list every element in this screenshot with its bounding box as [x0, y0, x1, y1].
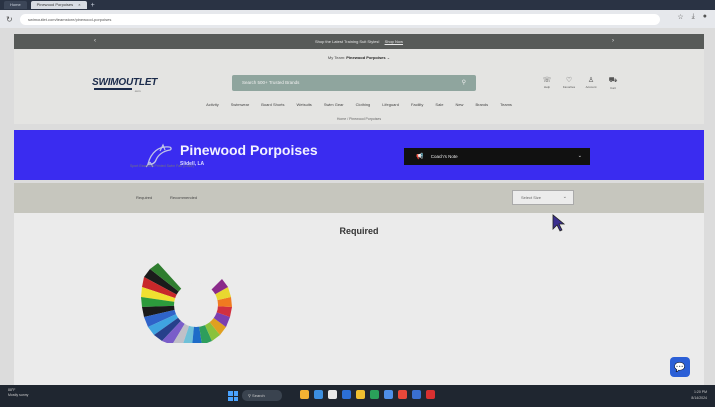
favorites-label: Favorites: [562, 85, 576, 89]
weather-desc: Mostly sunny: [8, 393, 29, 397]
promo-bar: ‹ Shop the Latest Training Suit Styles! …: [14, 34, 704, 49]
site-header: My Team: Pinewood Porpoises ⌄ SWIMOUTLET…: [14, 49, 704, 124]
address-bar: ↻ swimoutlet.com/teamstore/pinewood-porp…: [0, 10, 715, 28]
taskbar-app-icon[interactable]: [426, 390, 435, 399]
taskbar-app-icon[interactable]: [314, 390, 323, 399]
help-button[interactable]: ☏ Help: [536, 76, 558, 89]
browser-tab-team[interactable]: Pinewood Porpoises ×: [30, 1, 87, 9]
tab-required[interactable]: Required: [136, 195, 152, 200]
chevron-right-icon[interactable]: ›: [612, 34, 614, 49]
reload-icon[interactable]: ↻: [6, 15, 16, 24]
category-nav: Activity Swimwear Board Shorts Wetsuits Swim…: [14, 102, 704, 107]
nav-item-lifeguard[interactable]: Lifeguard: [382, 102, 399, 107]
favorites-button[interactable]: ♡ Favorites: [558, 76, 580, 89]
chat-icon: 💬: [674, 362, 686, 372]
coach-note-dropdown[interactable]: 📢 Coach's Note ⌄: [404, 148, 590, 165]
profile-icon[interactable]: ●: [703, 13, 707, 21]
taskbar-app-icon[interactable]: [300, 390, 309, 399]
nav-item-swimwear[interactable]: Swimwear: [231, 102, 249, 107]
search-input[interactable]: Search 500+ Trusted Brands ⚲: [232, 75, 476, 91]
windows-start-icon[interactable]: [228, 391, 238, 401]
nav-item-activity[interactable]: Activity: [206, 102, 219, 107]
help-icon: ☏: [542, 77, 552, 84]
nav-item-wetsuits[interactable]: Wetsuits: [297, 102, 312, 107]
nav-item-sale[interactable]: Sale: [435, 102, 443, 107]
new-tab-icon[interactable]: +: [91, 2, 95, 9]
nav-item-swim-gear[interactable]: Swim Gear: [324, 102, 344, 107]
product-image[interactable]: [134, 253, 244, 343]
browser-tab-label: Pinewood Porpoises: [36, 2, 74, 7]
nav-item-clothing[interactable]: Clothing: [356, 102, 371, 107]
clock-date: 8/14/2024: [691, 396, 707, 400]
size-select-value: Select Size: [521, 195, 542, 200]
tab-recommended[interactable]: Recommended: [170, 195, 197, 200]
team-banner: Pinewood Porpoises Slidell, LA 📢 Coach's…: [14, 130, 704, 180]
promo-shop-now-link[interactable]: Shop Now: [385, 39, 403, 44]
chevron-down-icon: ⌄: [577, 153, 582, 159]
close-icon[interactable]: ×: [78, 2, 80, 7]
account-icon: ♙: [587, 77, 595, 84]
site-logo[interactable]: SWIMOUTLET: [92, 77, 157, 88]
favorites-icon: ♡: [565, 77, 573, 84]
download-icon[interactable]: ⤓: [692, 13, 695, 21]
my-team-name: Pinewood Porpoises: [346, 55, 386, 60]
taskbar-search-label: Search: [252, 393, 265, 398]
taskbar-app-icon[interactable]: [398, 390, 407, 399]
bookmark-star-icon[interactable]: ☆: [677, 13, 683, 21]
logo-sub: .com: [134, 89, 141, 93]
account-label: Account: [585, 85, 597, 89]
nav-item-facility[interactable]: Facility: [411, 102, 423, 107]
my-team-selector[interactable]: My Team: Pinewood Porpoises ⌄: [14, 55, 704, 60]
taskbar-app-icon[interactable]: [342, 390, 351, 399]
nav-item-new[interactable]: New: [455, 102, 463, 107]
chevron-left-icon[interactable]: ‹: [94, 34, 96, 49]
weather-widget[interactable]: 88°F Mostly sunny: [8, 388, 28, 398]
product-caption[interactable]: Sport Essential Printed Swim Fan (Color): [130, 164, 194, 168]
chevron-down-icon: ⌄: [386, 55, 391, 60]
nav-item-brands[interactable]: Brands: [475, 102, 488, 107]
my-team-label: My Team:: [327, 55, 346, 60]
browser-tab-label: Home: [10, 2, 21, 7]
breadcrumb: Home / Pinewood Porpoises: [336, 117, 382, 121]
section-title: Required: [339, 226, 379, 236]
taskbar-app-icon[interactable]: [356, 390, 365, 399]
chat-button[interactable]: 💬: [670, 357, 690, 377]
filter-bar: Required Recommended Select Size ⌄: [14, 183, 704, 213]
browser-tab-home[interactable]: Home: [4, 1, 27, 9]
main-content: Required: [14, 213, 704, 385]
taskbar-app-icon[interactable]: [328, 390, 337, 399]
cart-button[interactable]: ⛟ Cart: [602, 76, 624, 90]
browser-tab-bar: Home Pinewood Porpoises × +: [0, 0, 715, 10]
search-icon[interactable]: ⚲: [462, 75, 466, 91]
logo-underline: [94, 88, 132, 90]
taskbar-app-icon[interactable]: [370, 390, 379, 399]
taskbar-search[interactable]: ⚲ Search: [242, 390, 282, 401]
promo-text: Shop the Latest Training Suit Styles!: [314, 39, 380, 44]
nav-item-teams[interactable]: Teams: [500, 102, 512, 107]
taskbar-app-icon[interactable]: [412, 390, 421, 399]
coach-note-label: Coach's Note: [430, 154, 458, 159]
chevron-down-icon: ⌄: [562, 194, 567, 200]
screen: Home Pinewood Porpoises × + ↻ swimoutlet…: [0, 0, 715, 407]
taskbar-apps: [300, 390, 435, 399]
team-name: Pinewood Porpoises: [180, 142, 318, 158]
search-placeholder: Search 500+ Trusted Brands: [242, 80, 300, 85]
nav-item-board-shorts[interactable]: Board Shorts: [261, 102, 284, 107]
cart-label: Cart: [610, 86, 616, 90]
size-select[interactable]: Select Size ⌄: [512, 190, 574, 205]
taskbar-app-icon[interactable]: [384, 390, 393, 399]
windows-taskbar: 88°F Mostly sunny ⚲ Search 1:20 PM 8/14/…: [0, 385, 715, 407]
system-tray-clock[interactable]: 1:20 PM 8/14/2024: [691, 389, 707, 401]
cart-icon: ⛟: [608, 77, 618, 84]
url-field[interactable]: swimoutlet.com/teamstore/pinewood-porpoi…: [20, 13, 660, 25]
megaphone-icon: 📢: [416, 154, 424, 160]
account-button[interactable]: ♙ Account: [580, 76, 602, 89]
mouse-cursor-icon: [552, 214, 566, 232]
help-label: Help: [543, 85, 551, 89]
